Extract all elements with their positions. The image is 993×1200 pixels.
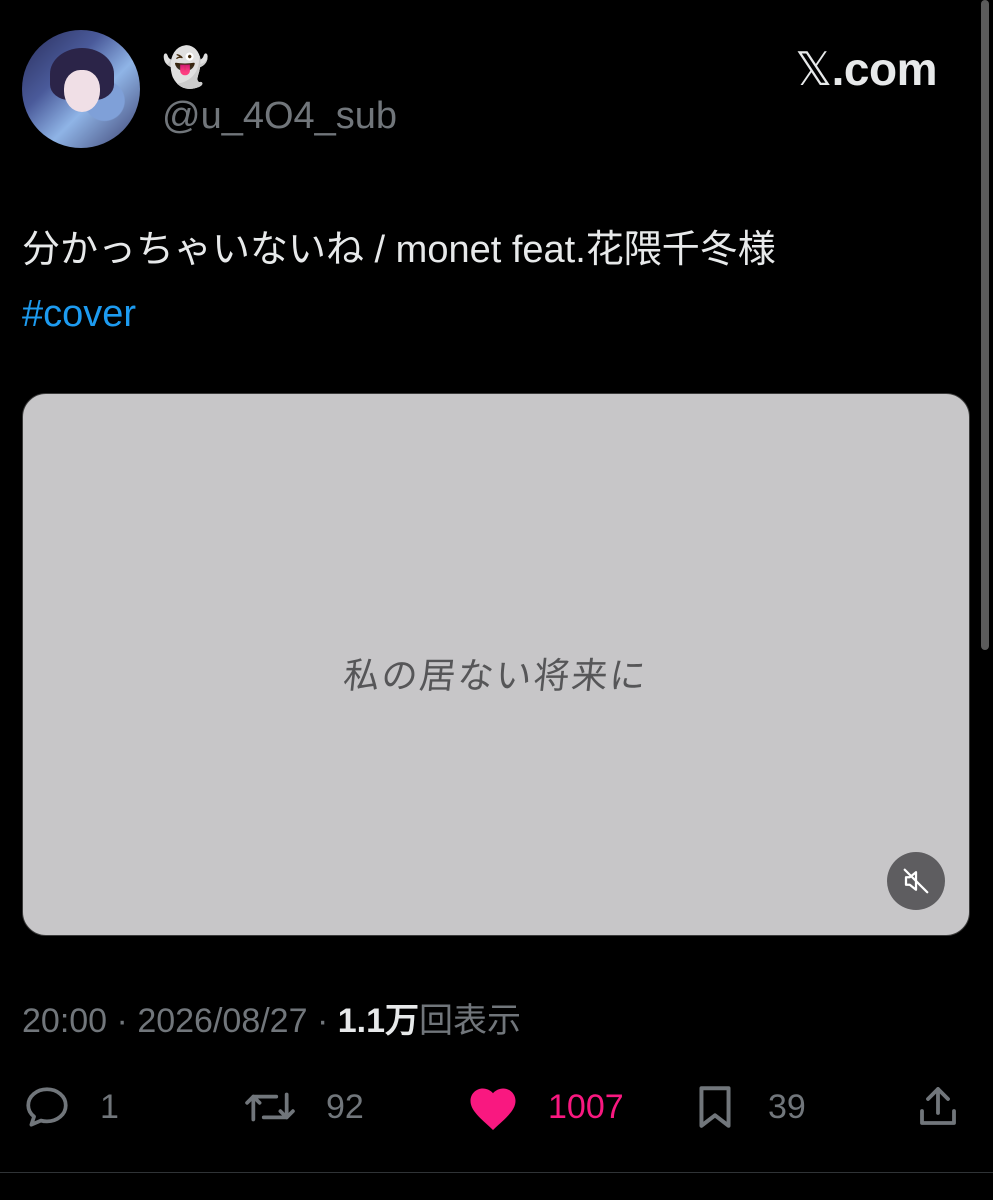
views-label: 回表示: [419, 1002, 521, 1040]
share-button[interactable]: [914, 1075, 962, 1139]
tweet-body: 分かっちゃいないね / monet feat.花隈千冬様: [22, 229, 776, 271]
reply-button[interactable]: 1: [22, 1075, 119, 1139]
tweet-time: 20:00: [22, 1002, 108, 1040]
x-com-logo: 𝕏.com: [795, 44, 937, 94]
meta-separator: ·: [316, 1002, 329, 1040]
tweet-meta: 20:00 · 2026/08/27 · 1.1万回表示: [22, 1000, 521, 1042]
tweet-date: 2026/08/27: [137, 1002, 308, 1040]
views-count: 1.1万: [337, 1002, 419, 1040]
retweet-button[interactable]: 92: [242, 1075, 364, 1139]
bookmark-button[interactable]: 39: [690, 1075, 806, 1139]
x-logo-icon: 𝕏: [795, 42, 832, 96]
bookmark-icon: [699, 1086, 731, 1128]
bookmark-count: 39: [768, 1087, 806, 1126]
display-name[interactable]: 👻: [162, 48, 209, 88]
speaker-muted-icon: [903, 868, 929, 894]
reply-count: 1: [100, 1087, 119, 1126]
hashtag-link[interactable]: #cover: [22, 282, 952, 346]
mute-button[interactable]: [887, 852, 945, 910]
action-bar: 1 92 1007 39: [0, 1075, 993, 1139]
video-caption: 私の居ない将来に: [341, 656, 650, 697]
meta-separator: ·: [116, 1002, 128, 1040]
avatar-face: [64, 70, 100, 112]
tweet-text: 分かっちゃいないね / monet feat.花隈千冬様 #cover: [22, 218, 952, 346]
site-domain: .com: [831, 43, 938, 95]
user-handle[interactable]: @u_4O4_sub: [162, 94, 397, 138]
scrollbar[interactable]: [981, 0, 989, 650]
retweet-icon: [245, 1092, 295, 1122]
avatar[interactable]: [22, 30, 140, 148]
like-button[interactable]: 1007: [466, 1075, 624, 1139]
heart-icon: [470, 1088, 516, 1130]
video-player[interactable]: 私の居ない将来に: [22, 393, 970, 936]
reply-icon: [26, 1087, 68, 1127]
like-count: 1007: [548, 1087, 624, 1126]
divider: [0, 1172, 993, 1173]
retweet-count: 92: [326, 1087, 364, 1126]
share-icon: [920, 1087, 956, 1125]
